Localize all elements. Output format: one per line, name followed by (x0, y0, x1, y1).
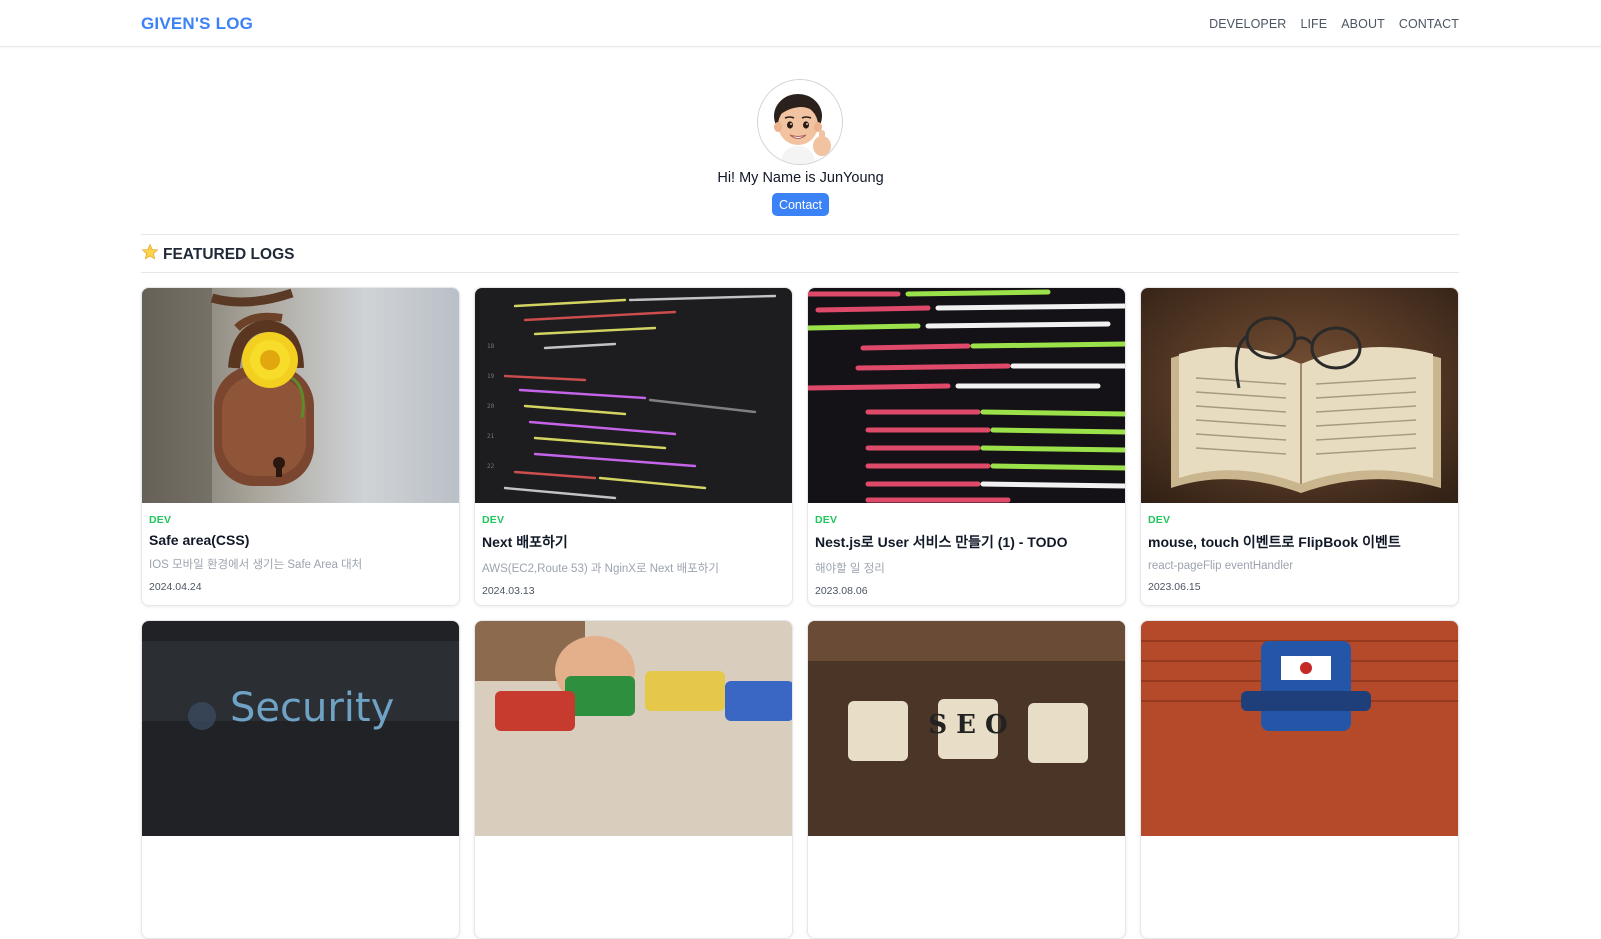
post-card[interactable] (1140, 620, 1459, 939)
post-thumbnail-book (1141, 288, 1458, 503)
post-thumbnail-blocks (475, 621, 792, 836)
svg-text:18: 18 (487, 343, 495, 350)
nav-contact[interactable]: CONTACT (1399, 17, 1459, 31)
post-description: react-pageFlip eventHandler (1148, 560, 1294, 572)
post-thumbnail-security: Security (142, 621, 459, 836)
featured-logs-title: FEATURED LOGS (163, 245, 295, 263)
site-logo[interactable]: GIVEN'S LOG (141, 14, 253, 34)
greeting-text: Hi! My Name is JunYoung (717, 170, 884, 186)
svg-text:20: 20 (487, 403, 495, 410)
post-date: 2023.08.06 (815, 585, 868, 597)
post-title[interactable]: mouse, touch 이벤트로 FlipBook 이벤트 (1148, 532, 1451, 552)
nav-about[interactable]: ABOUT (1341, 17, 1385, 31)
avatar (757, 79, 843, 165)
post-card[interactable]: Security (141, 620, 460, 939)
post-thumbnail-padlock (142, 288, 459, 503)
post-title[interactable]: Safe area(CSS) (149, 532, 452, 548)
star-icon (141, 243, 159, 266)
post-thumbnail-mailbox (1141, 621, 1458, 836)
seo-thumb-text: S E O (928, 710, 1007, 740)
post-card[interactable]: DEV mouse, touch 이벤트로 FlipBook 이벤트 react… (1140, 287, 1459, 606)
post-description: AWS(EC2,Route 53) 과 NginX로 Next 배포하기 (482, 563, 719, 575)
post-date: 2023.06.15 (1148, 581, 1201, 593)
post-thumbnail-seo: S E O (808, 621, 1125, 836)
post-description: IOS 모바일 환경에서 생기는 Safe Area 대처 (149, 559, 363, 571)
post-category: DEV (815, 514, 838, 526)
nav-developer[interactable]: DEVELOPER (1209, 17, 1286, 31)
post-date: 2024.04.24 (149, 581, 202, 593)
security-thumb-text: Security (230, 685, 394, 731)
post-thumbnail-html (808, 288, 1125, 503)
site-header: GIVEN'S LOG DEVELOPER LIFE ABOUT CONTACT (0, 0, 1601, 47)
svg-text:21: 21 (487, 433, 495, 440)
post-card[interactable]: S E O (807, 620, 1126, 939)
post-description: 해야할 일 정리 (815, 563, 885, 575)
post-card[interactable]: DEV Nest.js로 User 서비스 만들기 (1) - TODO 해야할… (807, 287, 1126, 606)
contact-button[interactable]: Contact (772, 193, 829, 216)
post-card[interactable]: 18 19 20 21 22 DEV Next 배포하기 AWS(EC2,Route … (474, 287, 793, 606)
featured-logs-heading: FEATURED LOGS (141, 243, 294, 266)
post-title[interactable]: Nest.js로 User 서비스 만들기 (1) - TODO (815, 532, 1118, 552)
post-category: DEV (482, 514, 505, 526)
main-nav: DEVELOPER LIFE ABOUT CONTACT (1209, 17, 1459, 31)
nav-life[interactable]: LIFE (1300, 17, 1327, 31)
post-date: 2024.03.13 (482, 585, 535, 597)
svg-text:22: 22 (487, 463, 495, 470)
section-divider (141, 234, 1459, 235)
post-card[interactable] (474, 620, 793, 939)
svg-text:19: 19 (487, 373, 495, 380)
post-category: DEV (1148, 514, 1171, 526)
post-thumbnail-code: 18 19 20 21 22 (475, 288, 792, 503)
section-divider (141, 272, 1459, 273)
post-category: DEV (149, 514, 172, 526)
post-card[interactable]: DEV Safe area(CSS) IOS 모바일 환경에서 생기는 Safe… (141, 287, 460, 606)
post-title[interactable]: Next 배포하기 (482, 532, 785, 552)
